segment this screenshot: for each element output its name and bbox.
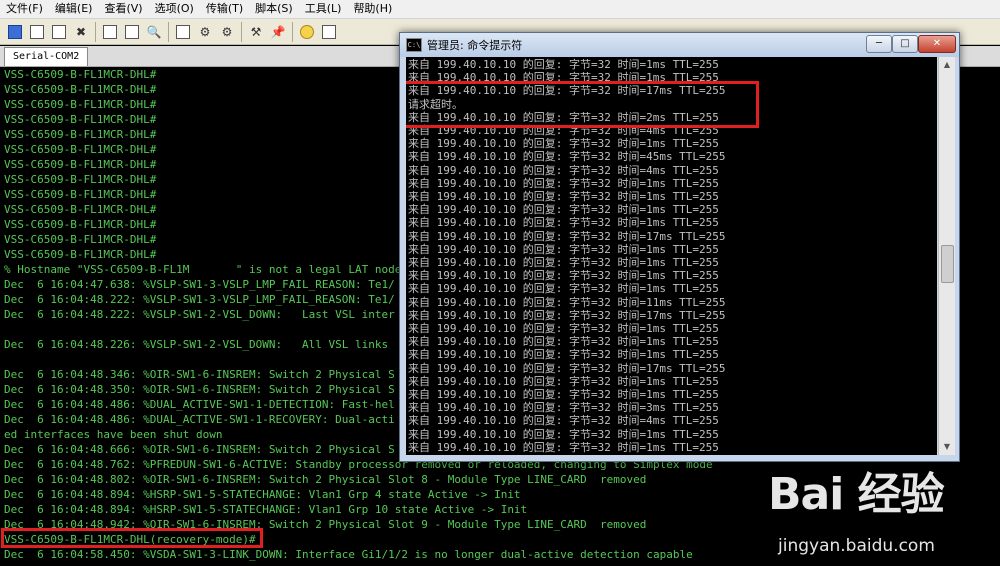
terminal-line: Dec 6 16:04:48.350: %OIR-SW1-6-INSREM: S…: [4, 383, 395, 396]
terminal-line: Dec 6 16:04:48.486: %DUAL_ACTIVE-SW1-1-D…: [4, 398, 395, 411]
paste-icon[interactable]: [123, 23, 141, 41]
cmd-line: 来自 199.40.10.10 的回复: 字节=32 时间=1ms TTL=25…: [408, 440, 719, 454]
disconnect-icon[interactable]: ✖: [72, 23, 90, 41]
cmd-line: 来自 199.40.10.10 的回复: 字节=32 时间=4ms TTL=25…: [408, 414, 719, 428]
connect-icon[interactable]: [28, 23, 46, 41]
keymap-icon[interactable]: ⚒: [247, 23, 265, 41]
tab-serial-com2[interactable]: Serial-COM2: [4, 47, 89, 66]
terminal-line: VSS-C6509-B-FL1MCR-DHL#: [4, 143, 157, 156]
terminal-line: Dec 6 16:04:48.222: %VSLP-SW1-2-VSL_DOWN…: [4, 308, 395, 321]
cmd-line: 来自 199.40.10.10 的回复: 字节=32 时间=1ms TTL=25…: [408, 348, 719, 362]
terminal-line: Dec 6 16:04:48.894: %HSRP-SW1-5-STATECHA…: [4, 503, 528, 516]
cmd-app-icon: C:\: [406, 38, 422, 52]
toolbar-separator: [95, 21, 96, 42]
cmd-title-bar[interactable]: C:\ 管理员: 命令提示符 ─ □ ✕: [400, 33, 959, 57]
cmd-line: 来自 199.40.10.10 的回复: 字节=32 时间=17ms TTL=2…: [408, 308, 726, 322]
cmd-line: 来自 199.40.10.10 的回复: 字节=32 时间=3ms TTL=25…: [408, 401, 719, 415]
menu-view[interactable]: 查看(V): [98, 0, 148, 18]
terminal-line: VSS-C6509-B-FL1MCR-DHL#: [4, 68, 157, 81]
reconnect-icon[interactable]: [50, 23, 68, 41]
scroll-up-icon[interactable]: ▲: [939, 57, 955, 73]
cmd-scrollbar[interactable]: ▲ ▼: [938, 57, 955, 455]
terminal-line: VSS-C6509-B-FL1MCR-DHL#: [4, 83, 157, 96]
terminal-line: Dec 6 16:04:48.486: %DUAL_ACTIVE-SW1-1-R…: [4, 413, 395, 426]
scroll-thumb[interactable]: [941, 245, 954, 283]
find-icon[interactable]: 🔍: [145, 23, 163, 41]
cmd-line: 来自 199.40.10.10 的回复: 字节=32 时间=1ms TTL=25…: [408, 58, 719, 71]
about-icon[interactable]: [320, 23, 338, 41]
menu-script[interactable]: 脚本(S): [249, 0, 299, 18]
options-icon[interactable]: ⚙: [218, 23, 236, 41]
cmd-line: 来自 199.40.10.10 的回复: 字节=32 时间=1ms TTL=25…: [408, 242, 719, 256]
terminal-line: VSS-C6509-B-FL1MCR-DHL#: [4, 203, 157, 216]
terminal-line: Dec 6 16:04:47.638: %VSLP-SW1-3-VSLP_LMP…: [4, 278, 395, 291]
cmd-line: 来自 199.40.10.10 的回复: 字节=32 时间=1ms TTL=25…: [408, 388, 719, 401]
terminal-line: Dec 6 16:04:48.666: %OIR-SW1-6-INSREM: S…: [4, 443, 395, 456]
terminal-line: VSS-C6509-B-FL1MCR-DHL#: [4, 128, 157, 141]
cmd-line: 来自 199.40.10.10 的回复: 字节=32 时间=1ms TTL=25…: [408, 269, 719, 283]
cmd-line: 来自 199.40.10.10 的回复: 字节=32 时间=45ms TTL=2…: [408, 150, 726, 164]
recovery-mode-highlight: [1, 528, 263, 548]
terminal-line: VSS-C6509-B-FL1MCR-DHL#: [4, 218, 157, 231]
terminal-line: Dec 6 16:04:48.894: %HSRP-SW1-5-STATECHA…: [4, 488, 521, 501]
terminal-line: VSS-C6509-B-FL1MCR-DHL#: [4, 233, 157, 246]
cmd-line: 来自 199.40.10.10 的回复: 字节=32 时间=1ms TTL=25…: [408, 282, 719, 296]
cmd-line: 来自 199.40.10.10 的回复: 字节=32 时间=17ms TTL=2…: [408, 361, 726, 375]
cmd-title: 管理员: 命令提示符: [427, 39, 523, 52]
menu-options[interactable]: 选项(O): [149, 0, 200, 18]
cmd-output[interactable]: 来自 199.40.10.10 的回复: 字节=32 时间=1ms TTL=25…: [406, 57, 937, 455]
print-icon[interactable]: [174, 23, 192, 41]
cmd-line: 来自 199.40.10.10 的回复: 字节=32 时间=1ms TTL=25…: [408, 176, 719, 190]
help-icon[interactable]: [298, 23, 316, 41]
copy-icon[interactable]: [101, 23, 119, 41]
menu-edit[interactable]: 编辑(E): [49, 0, 99, 18]
new-session-icon[interactable]: [6, 23, 24, 41]
terminal-line: % Hostname "VSS-C6509-B-FL1M " is not a …: [4, 263, 402, 276]
menu-help[interactable]: 帮助(H): [347, 0, 398, 18]
terminal-line: Dec 6 16:04:48.226: %VSLP-SW1-2-VSL_DOWN…: [4, 338, 389, 351]
terminal-line: VSS-C6509-B-FL1MCR-DHL#: [4, 98, 157, 111]
cmd-line: 来自 199.40.10.10 的回复: 字节=32 时间=17ms TTL=2…: [408, 229, 726, 243]
cmd-line: 来自 199.40.10.10 的回复: 字节=32 时间=1ms TTL=25…: [408, 256, 719, 269]
close-button[interactable]: ✕: [918, 35, 956, 53]
baidu-jingyan-watermark: Bai 经验 jingyan.baidu.com: [768, 458, 998, 564]
terminal-line: Dec 6 16:04:48.222: %VSLP-SW1-3-VSLP_LMP…: [4, 293, 395, 306]
toolbar-separator: [292, 21, 293, 42]
menu-file[interactable]: 文件(F): [0, 0, 49, 18]
terminal-line: VSS-C6509-B-FL1MCR-DHL#: [4, 113, 157, 126]
timeout-highlight: [406, 81, 759, 128]
baidu-logo: Bai 经验: [768, 469, 945, 520]
cmd-line: 来自 199.40.10.10 的回复: 字节=32 时间=11ms TTL=2…: [408, 295, 726, 309]
pin-icon[interactable]: 📌: [269, 23, 287, 41]
scroll-down-icon[interactable]: ▼: [939, 439, 955, 455]
cmd-line: 来自 199.40.10.10 的回复: 字节=32 时间=1ms TTL=25…: [408, 216, 719, 230]
cmd-line: 来自 199.40.10.10 的回复: 字节=32 时间=1ms TTL=25…: [408, 137, 719, 151]
settings-icon[interactable]: ⚙: [196, 23, 214, 41]
terminal-line: VSS-C6509-B-FL1MCR-DHL#: [4, 188, 157, 201]
cmd-line: 来自 199.40.10.10 的回复: 字节=32 时间=1ms TTL=25…: [408, 203, 719, 217]
menu-bar: 文件(F) 编辑(E) 查看(V) 选项(O) 传输(T) 脚本(S) 工具(L…: [0, 0, 1000, 19]
terminal-line: VSS-C6509-B-FL1MCR-DHL#: [4, 158, 157, 171]
terminal-line: VSS-C6509-B-FL1MCR-DHL#: [4, 173, 157, 186]
toolbar-separator: [241, 21, 242, 42]
maximize-button[interactable]: □: [892, 35, 918, 53]
terminal-line: Dec 6 16:04:48.802: %OIR-SW1-6-INSREM: S…: [4, 473, 647, 486]
terminal-line: ed interfaces have been shut down: [4, 428, 223, 441]
terminal-line: Dec 6 16:04:58.450: %VSDA-SW1-3-LINK_DOW…: [4, 548, 693, 561]
menu-tools[interactable]: 工具(L): [299, 0, 348, 18]
menu-transfer[interactable]: 传输(T): [200, 0, 249, 18]
watermark-url: jingyan.baidu.com: [778, 536, 935, 556]
toolbar-separator: [168, 21, 169, 42]
minimize-button[interactable]: ─: [866, 35, 892, 53]
cmd-line: 来自 199.40.10.10 的回复: 字节=32 时间=4ms TTL=25…: [408, 163, 719, 177]
cmd-line: 来自 199.40.10.10 的回复: 字节=32 时间=1ms TTL=25…: [408, 335, 719, 349]
cmd-line: 来自 199.40.10.10 的回复: 字节=32 时间=1ms TTL=25…: [408, 322, 719, 335]
cmd-line: 来自 199.40.10.10 的回复: 字节=32 时间=1ms TTL=25…: [408, 427, 719, 441]
terminal-line: Dec 6 16:04:48.346: %OIR-SW1-6-INSREM: S…: [4, 368, 395, 381]
cmd-line: 来自 199.40.10.10 的回复: 字节=32 时间=1ms TTL=25…: [408, 190, 719, 203]
terminal-line: VSS-C6509-B-FL1MCR-DHL#: [4, 248, 157, 261]
cmd-window[interactable]: C:\ 管理员: 命令提示符 ─ □ ✕ 来自 199.40.10.10 的回复…: [399, 32, 960, 462]
cmd-line: 来自 199.40.10.10 的回复: 字节=32 时间=1ms TTL=25…: [408, 374, 719, 388]
